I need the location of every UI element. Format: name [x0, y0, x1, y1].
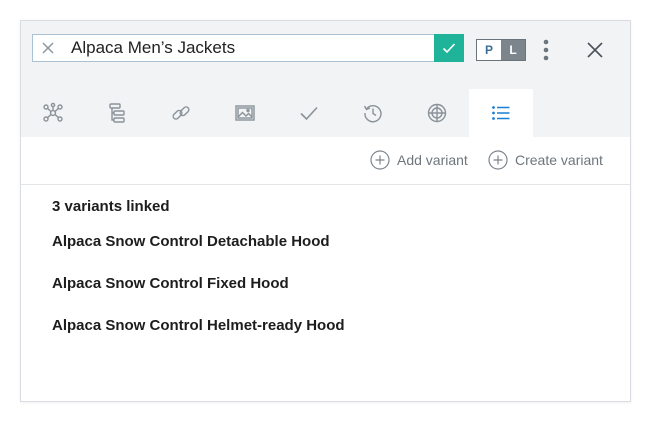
plus-circle-icon	[370, 150, 390, 170]
variants-list: 3 variants linked Alpaca Snow Control De…	[52, 198, 345, 359]
globe-icon	[427, 103, 447, 123]
variants-count: 3 variants linked	[52, 198, 170, 215]
history-icon	[363, 105, 382, 123]
check-icon	[300, 106, 318, 121]
clear-icon[interactable]	[33, 35, 63, 61]
image-icon	[235, 105, 255, 121]
list-item[interactable]: Alpaca Snow Control Helmet-ready Hood	[52, 317, 345, 359]
list-item[interactable]: Alpaca Snow Control Fixed Hood	[52, 275, 345, 317]
toggle-p-button[interactable]: P	[477, 40, 501, 60]
plus-circle-icon	[488, 150, 508, 170]
tab-history[interactable]	[341, 89, 405, 137]
title-input[interactable]	[63, 35, 434, 61]
checkmark-icon	[442, 43, 456, 54]
add-variant-label: Add variant	[397, 152, 468, 168]
create-variant-button[interactable]: Create variant	[488, 150, 603, 170]
confirm-button[interactable]	[434, 34, 464, 62]
toggle-l-button[interactable]: L	[501, 40, 525, 60]
tab-network[interactable]	[21, 89, 85, 137]
create-variant-label: Create variant	[515, 152, 603, 168]
add-variant-button[interactable]: Add variant	[370, 150, 468, 170]
title-field	[32, 34, 464, 62]
link-icon	[172, 106, 190, 120]
hierarchy-icon	[109, 103, 125, 123]
tab-variants-list[interactable]	[469, 89, 533, 137]
list-item[interactable]: Alpaca Snow Control Detachable Hood	[52, 233, 345, 275]
tab-bar	[21, 89, 533, 137]
tab-link[interactable]	[149, 89, 213, 137]
list-icon	[492, 106, 510, 120]
panel-header: P L	[21, 21, 630, 137]
action-bar: Add variant Create variant	[21, 137, 630, 185]
tab-check[interactable]	[277, 89, 341, 137]
network-icon	[43, 102, 63, 122]
p-l-toggle: P L	[476, 39, 526, 61]
tab-hierarchy[interactable]	[85, 89, 149, 137]
more-options-icon[interactable]	[537, 37, 555, 63]
tab-globe[interactable]	[405, 89, 469, 137]
close-icon[interactable]	[583, 37, 607, 63]
tab-image[interactable]	[213, 89, 277, 137]
